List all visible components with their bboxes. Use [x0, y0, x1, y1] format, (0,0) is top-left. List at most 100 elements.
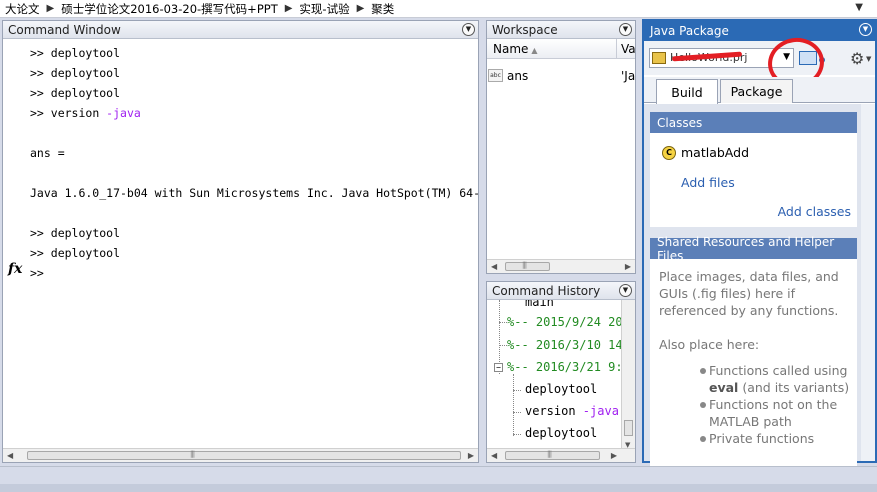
column-divider[interactable] — [616, 39, 617, 59]
command-text: deploytool — [50, 246, 121, 260]
java-package-titlebar: Java Package ▼ — [644, 21, 875, 41]
scroll-right-icon[interactable]: ▶ — [625, 262, 631, 271]
breadcrumb-separator-icon: ▶ — [284, 3, 293, 14]
command-window-titlebar: Command Window ▼ — [3, 21, 478, 39]
horizontal-scrollbar[interactable]: ◀ ||| ▶ — [487, 448, 635, 462]
command-text: deploytool — [50, 46, 121, 60]
command-line: Java 1.6.0_17-b04 with Sun Microsystems … — [30, 183, 478, 203]
command-prompt: >> — [30, 266, 44, 280]
bullet-text: (and its variants) — [738, 380, 850, 395]
classes-section: Classes C matlabAdd Add files Add classe… — [650, 112, 857, 227]
panel-actions-icon[interactable]: ▼ — [462, 23, 475, 36]
command-prompt: >> — [30, 66, 51, 80]
breadcrumb-item[interactable]: 大论文 — [3, 1, 42, 17]
status-bar-strip — [0, 484, 877, 492]
breadcrumb-item[interactable]: 聚类 — [369, 1, 396, 17]
column-header-name[interactable]: Name ▲ — [493, 42, 538, 56]
breadcrumb-separator-icon: ▶ — [46, 3, 55, 14]
horizontal-scrollbar[interactable]: ◀ ||| ▶ — [487, 259, 635, 273]
grip-icon: ||| — [190, 450, 195, 458]
vertical-scrollbar[interactable] — [861, 104, 875, 461]
fx-icon[interactable]: fx — [8, 261, 22, 277]
command-flag: -java — [582, 404, 619, 418]
java-package-toolbar: HelloWorld.prj ▼ ⚙ ▼ — [644, 34, 875, 92]
grip-icon: ||| — [522, 261, 527, 269]
sort-ascending-icon: ▲ — [531, 46, 538, 55]
tree-line — [513, 390, 521, 391]
tab-package[interactable]: Package — [720, 79, 793, 103]
command-history-titlebar: Command History ▼ — [487, 282, 635, 300]
scroll-left-icon[interactable]: ◀ — [491, 262, 497, 271]
bullet-icon — [700, 436, 706, 442]
table-row[interactable]: abc ans 'Ja — [487, 67, 635, 85]
bullet-text: Functions called using — [709, 363, 848, 378]
panel-title: Java Package — [650, 24, 729, 38]
breadcrumb-separator-icon: ▶ — [356, 3, 365, 14]
bullet-bold-text: eval — [709, 380, 739, 395]
add-classes-link[interactable]: Add classes — [778, 204, 851, 219]
scroll-right-icon[interactable]: ▶ — [611, 451, 617, 460]
section-header: Shared Resources and Helper Files — [650, 235, 857, 263]
list-item: Private functions — [709, 431, 815, 446]
scroll-left-icon[interactable]: ◀ — [491, 451, 497, 460]
scrollbar-thumb[interactable] — [27, 451, 461, 460]
command-prompt: >> — [30, 86, 51, 100]
horizontal-scrollbar[interactable]: ◀ ||| ▶ — [3, 448, 478, 462]
command-text: ans = — [30, 146, 65, 160]
shared-description: Place images, data files, and GUIs (.fig… — [659, 269, 839, 318]
scrollbar-thumb[interactable] — [505, 262, 550, 271]
command-line — [30, 123, 478, 143]
tree-line — [513, 412, 521, 413]
scroll-left-icon[interactable]: ◀ — [7, 451, 13, 460]
command-output[interactable]: >> deploytool >> deploytool >> deploytool >… — [30, 43, 478, 283]
scrollbar-thumb[interactable] — [624, 420, 633, 436]
list-item[interactable]: %-- 2015/9/24 20 — [507, 315, 621, 329]
list-item[interactable]: main — [525, 300, 554, 309]
tab-build[interactable]: Build — [656, 79, 718, 104]
command-prompt: >> — [30, 46, 51, 60]
tree-line — [499, 345, 507, 346]
panel-actions-icon[interactable]: ▼ — [859, 23, 872, 36]
vertical-scrollbar[interactable]: ▼ — [621, 300, 635, 449]
command-line: ans = — [30, 143, 478, 163]
command-history-panel: Command History ▼ main %-- 2015/9/24 20 … — [486, 281, 636, 463]
chevron-down-icon[interactable]: ▼ — [855, 2, 863, 13]
list-item[interactable]: version -java — [525, 404, 619, 418]
bullet-icon — [700, 402, 706, 408]
panel-actions-icon[interactable]: ▼ — [619, 284, 632, 297]
collapse-icon[interactable]: − — [494, 363, 503, 372]
command-line: >> deploytool — [30, 63, 478, 83]
command-prompt: >> — [30, 106, 51, 120]
command-flag: -java — [106, 106, 141, 120]
command-text: Java 1.6.0_17-b04 with Sun Microsystems … — [30, 186, 478, 200]
command-text: version — [50, 106, 107, 120]
list-item[interactable]: deploytool — [525, 426, 597, 440]
section-header: Classes — [650, 112, 857, 133]
build-tab-content: Classes C matlabAdd Add files Add classe… — [644, 104, 875, 468]
scroll-right-icon[interactable]: ▶ — [468, 451, 474, 460]
list-item[interactable]: %-- 2016/3/10 14 — [507, 338, 621, 352]
command-line — [30, 203, 478, 223]
command-window: Command Window ▼ >> deploytool >> deployt… — [2, 20, 479, 463]
command-gutter — [3, 39, 25, 448]
grip-icon: ||| — [547, 450, 552, 458]
list-item: Functions called using eval (and its var… — [709, 362, 854, 396]
list-item[interactable]: %-- 2016/3/21 9: — [507, 360, 621, 374]
panel-title: Command Window — [8, 22, 121, 37]
breadcrumb-item[interactable]: 实现-试验 — [297, 1, 351, 17]
breadcrumb-item[interactable]: 硕士学位论文2016-03-20-撰写代码+PPT — [59, 1, 280, 17]
column-header-value[interactable]: Va — [621, 42, 636, 56]
add-files-link[interactable]: Add files — [681, 175, 735, 190]
class-icon: C — [662, 146, 676, 160]
workspace-panel: Workspace ▼ Name ▲ Va abc ans 'Ja ◀ ||| ▶ — [486, 20, 636, 274]
command-line: >> deploytool — [30, 83, 478, 103]
panel-actions-icon[interactable]: ▼ — [619, 23, 632, 36]
list-item[interactable]: deploytool — [525, 382, 597, 396]
command-prompt: >> — [30, 226, 51, 240]
tree-line — [513, 434, 521, 435]
shared-resources-section: Shared Resources and Helper Files Place … — [650, 235, 857, 468]
chevron-down-icon[interactable]: ▼ — [866, 55, 871, 63]
scrollbar-thumb[interactable] — [505, 451, 600, 460]
class-name[interactable]: matlabAdd — [681, 145, 749, 160]
gear-icon[interactable]: ⚙ — [850, 49, 864, 68]
